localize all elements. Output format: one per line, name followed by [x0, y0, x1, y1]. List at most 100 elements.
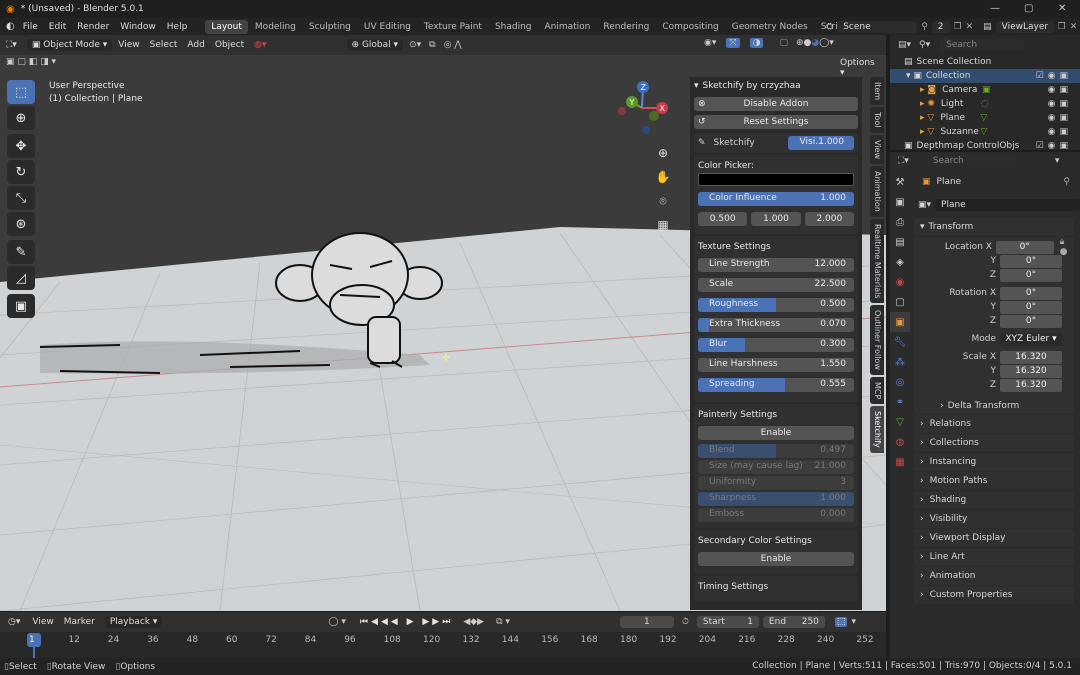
output-tab-icon[interactable]: ⎙ — [890, 212, 910, 232]
visibility-icon[interactable]: ◉▾ — [704, 38, 716, 48]
physics-tab-icon[interactable]: ◎ — [890, 372, 910, 392]
location-z-field[interactable]: 0° — [1000, 268, 1062, 282]
tab-compositing[interactable]: Compositing — [656, 20, 724, 34]
keyframe-nav-icons[interactable]: ◀◆▶ — [463, 617, 484, 627]
lock-icon[interactable]: 🔒︎ ● — [1060, 237, 1074, 257]
section-motion-paths[interactable]: › Motion Paths — [914, 472, 1074, 490]
section-animation[interactable]: › Animation — [914, 567, 1074, 585]
sketchify-panel-header[interactable]: ▾ Sketchify by crzyzhaa — [690, 79, 862, 93]
rotate-tool-icon[interactable]: ↻ — [7, 160, 35, 184]
auto-keying-icon[interactable]: ◯ ▾ — [328, 617, 345, 627]
rgb-field-r[interactable]: 0.500 — [698, 212, 748, 226]
scale-x-field[interactable]: 16.320 — [1000, 350, 1062, 364]
spreading-slider[interactable]: Spreading 0.555 — [698, 378, 854, 392]
size-may-cause-lag-slider[interactable]: Size (may cause lag) 21.000 — [698, 460, 854, 474]
properties-search-input[interactable]: Search — [926, 155, 1019, 167]
menu-render[interactable]: Render — [77, 22, 109, 32]
texture-tab-icon[interactable]: ▦ — [890, 452, 910, 472]
visibility-toggle-icons[interactable]: ◉▣ — [1048, 85, 1072, 95]
color-picker-swatch[interactable] — [698, 173, 854, 186]
section-custom-properties[interactable]: › Custom Properties — [914, 586, 1074, 604]
scale-z-field[interactable]: 16.320 — [1000, 378, 1062, 392]
outliner-item-light[interactable]: ▸ ✺ Light ◌ ◉▣ — [890, 97, 1080, 111]
end-frame-field[interactable]: End 250 — [762, 616, 825, 628]
sidebar-tab-animation[interactable]: Animation — [870, 165, 884, 217]
particles-tab-icon[interactable]: ⁂ — [890, 352, 910, 372]
editor-type-icon[interactable]: ⛶▾ — [6, 40, 17, 50]
sidebar-tab-mcp[interactable]: MCP — [870, 376, 884, 405]
transform-orientation-dropdown[interactable]: ⊕ Global ▾ — [346, 39, 404, 51]
viewport-menu-select[interactable]: Select — [150, 40, 178, 50]
outliner-depthmap-collection[interactable]: ▣ Depthmap ControlObjs ☑◉▣ — [890, 139, 1080, 153]
view-layer-icon[interactable]: ▤ — [983, 22, 992, 32]
outliner-search-input[interactable]: Search — [940, 39, 1025, 51]
collection-visibility-icons[interactable]: ☑◉▣ — [1036, 71, 1072, 81]
pivot-icon[interactable]: ⊙▾ — [409, 40, 421, 50]
outliner-item-suzanne[interactable]: ▸ ▽ Suzanne ▽ ◉▣ — [890, 125, 1080, 139]
color-influence-slider[interactable]: Color Influence 1.000 — [698, 192, 854, 206]
rotation-z-field[interactable]: 0° — [1000, 314, 1062, 328]
render-tab-icon[interactable]: ▣ — [890, 192, 910, 212]
material-tab-icon[interactable]: ◍ — [890, 432, 910, 452]
line-harshness-slider[interactable]: Line Harshness 1.550 — [698, 358, 854, 372]
visibility-toggle-icons[interactable]: ◉▣ — [1048, 113, 1072, 123]
rgb-field-g[interactable]: 1.000 — [751, 212, 801, 226]
scale-tool-icon[interactable]: ⤡ — [7, 186, 35, 210]
scale-y-field[interactable]: 16.320 — [1000, 364, 1062, 378]
extra-thickness-slider[interactable]: Extra Thickness 0.070 — [698, 318, 854, 332]
rotation-mode-dropdown[interactable]: XYZ Euler ▾ — [1000, 332, 1062, 346]
timeline-menu-marker[interactable]: Marker — [64, 617, 95, 627]
section-line-art[interactable]: › Line Art — [914, 548, 1074, 566]
cursor-tool-icon[interactable]: ⊕ — [7, 106, 35, 130]
gizmo-toggle-icon[interactable]: ⤧ — [726, 38, 740, 48]
viewport-menu-view[interactable]: View — [118, 40, 139, 50]
rotation-x-field[interactable]: 0° — [1000, 286, 1062, 300]
tab-modeling[interactable]: Modeling — [249, 20, 302, 34]
viewport-menu-add[interactable]: Add — [187, 40, 204, 50]
object-data-icon[interactable]: ◌ — [981, 99, 989, 109]
blur-slider[interactable]: Blur 0.300 — [698, 338, 854, 352]
camera-view-icon[interactable]: ⌾ — [654, 189, 672, 213]
tab-rendering[interactable]: Rendering — [597, 20, 655, 34]
ortho-grid-icon[interactable]: ▦ — [654, 213, 672, 237]
object-data-icon[interactable]: ▣ — [982, 85, 991, 95]
playback-controls[interactable]: ⏮◀◀◀ ▶ ▶▶⏭ — [360, 617, 453, 627]
object-data-icon[interactable]: ▽ — [980, 113, 987, 123]
location-x-field[interactable]: 0° — [995, 240, 1054, 254]
transform-section-header[interactable]: ▾ Transform — [914, 218, 1074, 236]
tab-sculpting[interactable]: Sculpting — [303, 20, 357, 34]
view-layer-field[interactable]: ViewLayer — [995, 20, 1054, 33]
world-tab-icon[interactable]: ◉ — [890, 272, 910, 292]
section-relations[interactable]: › Relations — [914, 415, 1074, 433]
wireframe-shading-icon[interactable]: ⊕ — [796, 38, 804, 48]
scene-icon[interactable]: ⛭ — [826, 22, 833, 32]
datablock-icon[interactable]: ▣▾ — [918, 200, 931, 210]
delta-transform-header[interactable]: › Delta Transform — [938, 398, 1074, 414]
start-frame-field[interactable]: Start 1 — [696, 616, 759, 628]
timeline-menu-view[interactable]: View — [32, 617, 53, 627]
object-datablock-field[interactable]: Plane — [935, 199, 1080, 211]
rotation-y-field[interactable]: 0° — [1000, 300, 1062, 314]
timeline-options-chevron-icon[interactable]: ▾ — [851, 617, 856, 627]
data-tab-icon[interactable]: ▽ — [890, 412, 910, 432]
line-strength-slider[interactable]: Line Strength 12.000 — [698, 258, 854, 272]
outliner-collection[interactable]: ▾ ▣ Collection ☑◉▣ — [890, 69, 1080, 83]
sidebar-tab-realtime-materials[interactable]: Realtime Materials — [870, 218, 884, 304]
reset-settings-button[interactable]: ↺ Reset Settings — [694, 115, 858, 129]
rendered-shading-icon[interactable]: ◯▾ — [819, 38, 834, 48]
proportional-edit-icon[interactable]: ◎ ⋀ — [444, 40, 462, 50]
transform-tool-icon[interactable]: ⊛ — [7, 212, 35, 236]
measure-tool-icon[interactable]: ◿ — [7, 266, 35, 290]
scene-tab-icon[interactable]: ◈ — [890, 252, 910, 272]
sidebar-tab-tool[interactable]: Tool — [870, 107, 884, 133]
rgb-field-b[interactable]: 2.000 — [804, 212, 854, 226]
overlay-toggle-icon[interactable]: ◑ — [749, 38, 764, 48]
section-viewport-display[interactable]: › Viewport Display — [914, 529, 1074, 547]
maximize-icon[interactable]: ▢ — [1024, 3, 1033, 14]
sidebar-tab-sketchify[interactable]: Sketchify — [870, 406, 884, 453]
secondary-color-enable-button[interactable]: Enable — [698, 552, 854, 566]
sharpness-slider[interactable]: Sharpness 1.000 — [698, 492, 854, 506]
object-color-icon[interactable]: ◍▾ — [254, 40, 266, 50]
remove-view-layer-icon[interactable]: ✕ — [1070, 22, 1078, 32]
current-frame-field[interactable]: 1 — [619, 616, 674, 628]
